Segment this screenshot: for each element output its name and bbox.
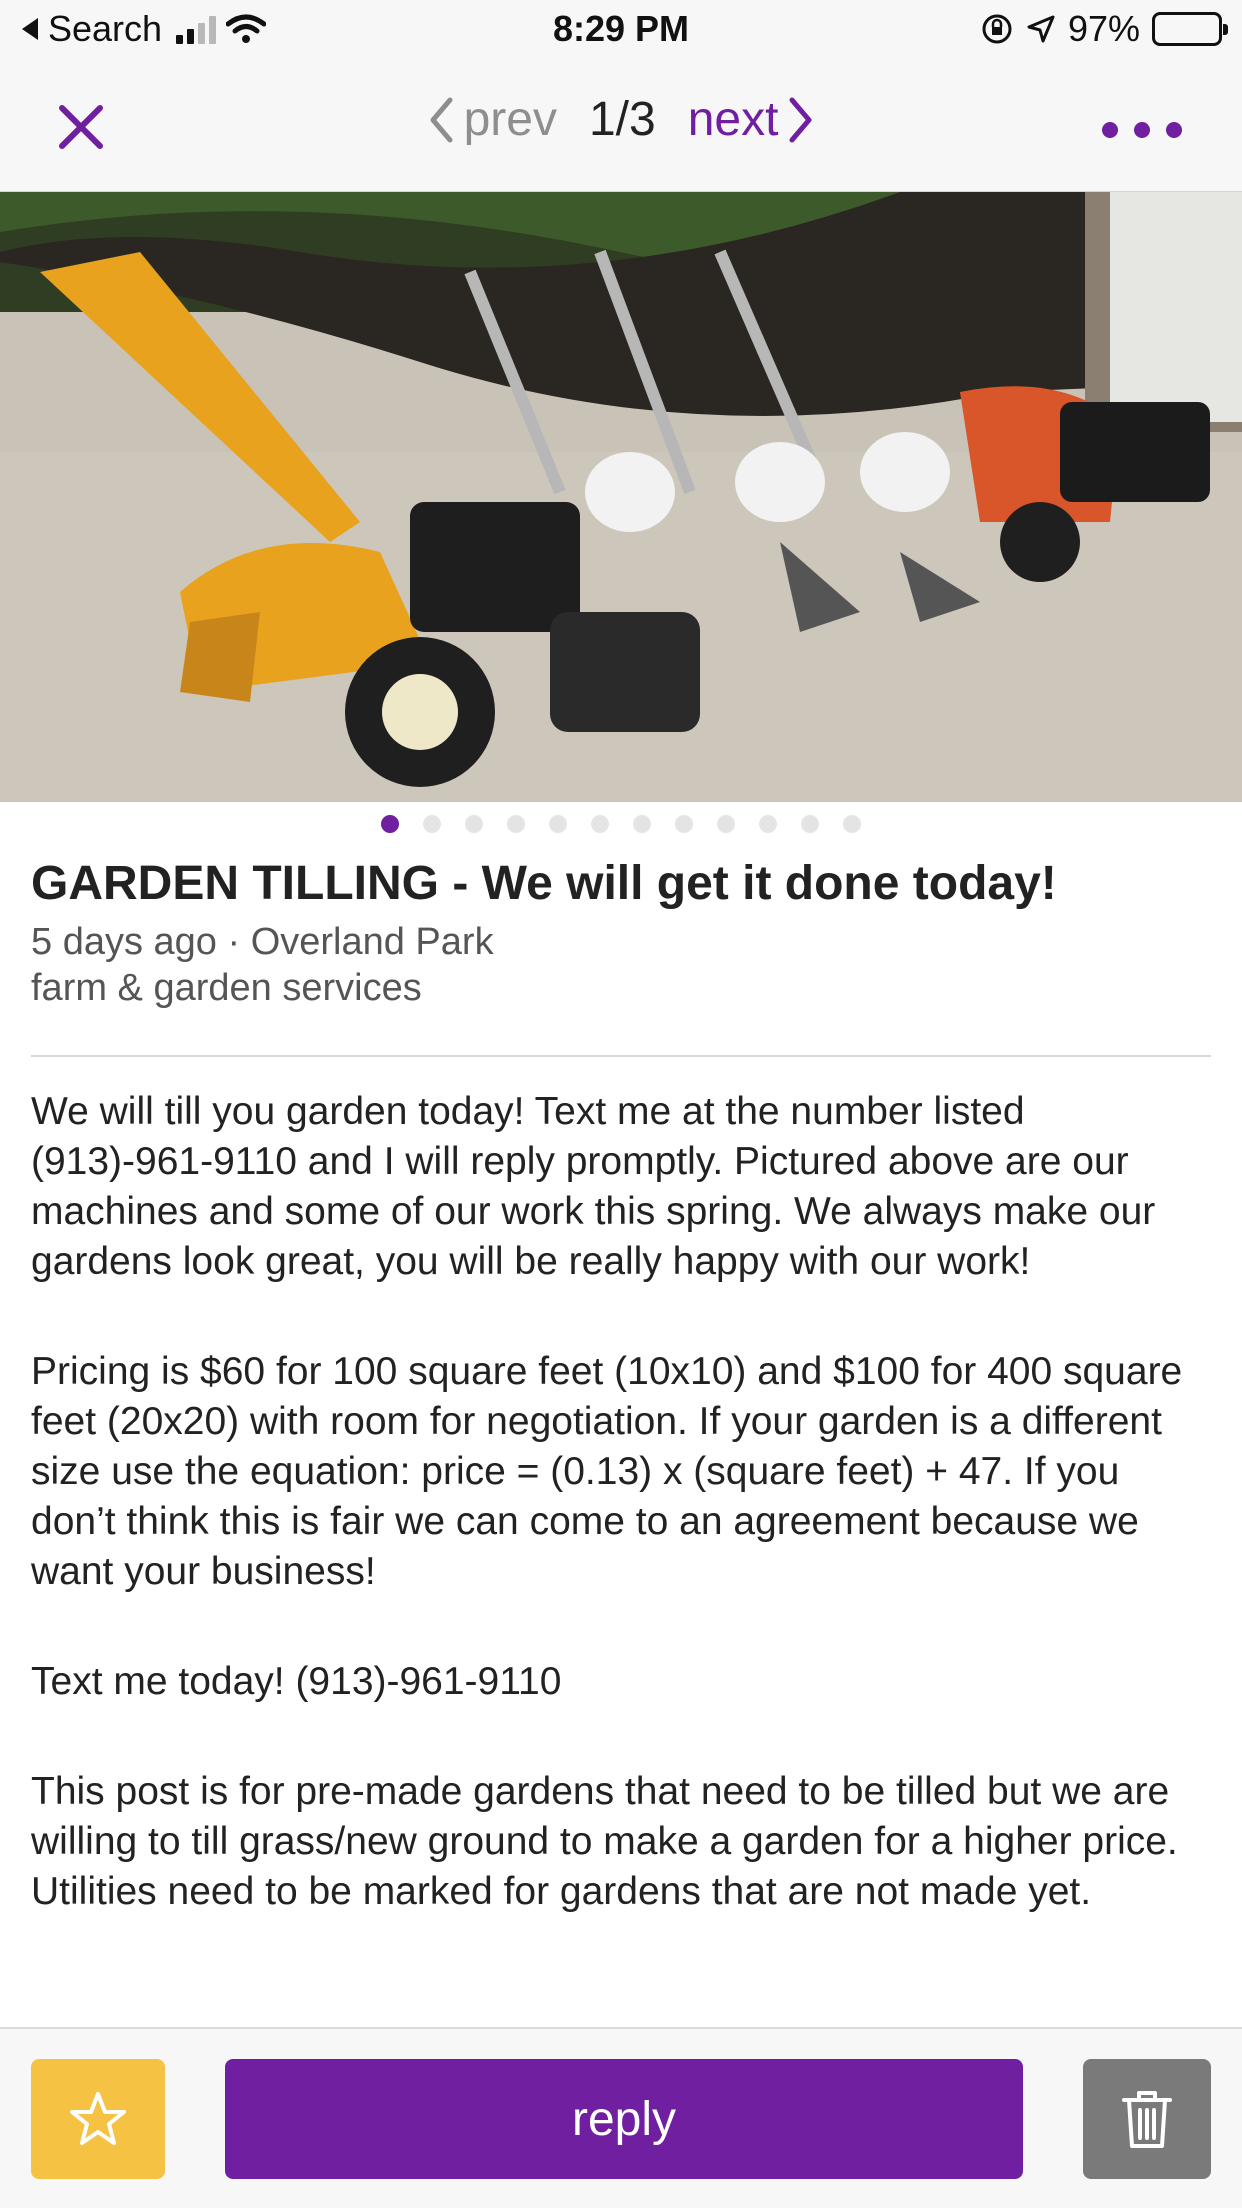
pager: prev 1/3 next — [0, 92, 1242, 147]
orientation-lock-icon — [982, 14, 1012, 44]
body-paragraph: Text me today! (913)-961-9110 — [31, 1660, 562, 1703]
body-paragraph: This post is for pre-made gardens that n… — [31, 1770, 1178, 1913]
photo-pagination-dots[interactable] — [0, 815, 1242, 833]
bottom-action-bar: reply — [0, 2027, 1242, 2208]
photo-dot[interactable] — [843, 815, 861, 833]
prev-label: prev — [463, 93, 557, 146]
status-right: 97% — [980, 8, 1228, 50]
body-paragraph: We will till you garden today! Text me a… — [31, 1090, 1156, 1283]
more-options-icon[interactable] — [1102, 122, 1182, 138]
location-arrow-icon — [1027, 15, 1055, 43]
battery-percent: 97% — [1067, 8, 1140, 49]
photo-dot[interactable] — [549, 815, 567, 833]
delete-button[interactable] — [1083, 2059, 1211, 2179]
chevron-right-icon — [789, 97, 812, 142]
post-content: GARDEN TILLING - We will get it done tod… — [31, 855, 1211, 1977]
favorite-button[interactable] — [31, 2059, 165, 2179]
body-paragraph: Pricing is $60 for 100 square feet (10x1… — [31, 1350, 1183, 1593]
post-category[interactable]: farm & garden services — [31, 965, 1211, 1011]
photo-dot[interactable] — [801, 815, 819, 833]
prev-button[interactable]: prev — [428, 92, 557, 147]
photo-dot[interactable] — [717, 815, 735, 833]
listing-photo[interactable] — [0, 192, 1242, 802]
photo-dot[interactable] — [381, 815, 399, 833]
page-counter: 1/3 — [588, 93, 656, 146]
status-bar: Search 8:29 PM 97% — [0, 0, 1242, 62]
divider — [31, 1055, 1211, 1057]
next-label: next — [687, 93, 779, 146]
chevron-left-icon — [430, 97, 453, 142]
photo-dot[interactable] — [591, 815, 609, 833]
photo-dot[interactable] — [759, 815, 777, 833]
post-title: GARDEN TILLING - We will get it done tod… — [31, 857, 1057, 910]
navigation-bar: prev 1/3 next — [0, 62, 1242, 192]
photo-dot[interactable] — [507, 815, 525, 833]
battery-icon — [1152, 12, 1228, 46]
photo-dot[interactable] — [675, 815, 693, 833]
post-body: We will till you garden today! Text me a… — [31, 1087, 1211, 1917]
photo-dot[interactable] — [423, 815, 441, 833]
photo-dot[interactable] — [633, 815, 651, 833]
trash-icon — [1122, 2091, 1172, 2148]
post-meta: 5 days ago · Overland Park — [31, 921, 494, 963]
next-button[interactable]: next — [688, 92, 815, 147]
photo-dot[interactable] — [465, 815, 483, 833]
star-icon — [70, 2092, 126, 2145]
reply-button[interactable]: reply — [225, 2059, 1023, 2179]
tillers-photo-image — [0, 192, 1242, 802]
